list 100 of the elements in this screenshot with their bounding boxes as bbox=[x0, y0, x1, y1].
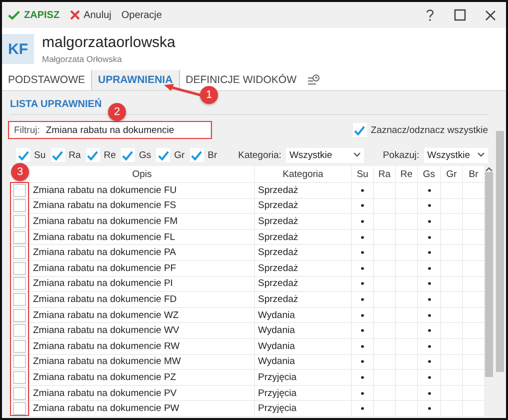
column-header[interactable]: Re bbox=[396, 166, 417, 182]
dot-icon bbox=[428, 236, 430, 239]
dot-icon bbox=[361, 360, 364, 364]
filter-field[interactable]: Filtruj: Zmiana rabatu na dokumencie bbox=[10, 122, 210, 138]
check-icon bbox=[156, 148, 170, 162]
table-row[interactable]: Zmiana rabatu na dokumencie FD Sprzedaż bbox=[10, 291, 485, 307]
column-header[interactable]: Br bbox=[463, 166, 484, 182]
show-label: Pokazuj: bbox=[382, 150, 420, 160]
select-all-checkbox[interactable]: Zaznacz/odznacz wszystkie bbox=[352, 123, 488, 137]
row-checkbox[interactable] bbox=[13, 246, 26, 260]
column-header[interactable]: Ra bbox=[374, 166, 395, 182]
row-checkbox[interactable] bbox=[13, 402, 26, 416]
table-row[interactable]: Zmiana rabatu na dokumencie PV Przyjęcia bbox=[10, 384, 485, 400]
check-icon bbox=[8, 9, 20, 21]
dot-icon bbox=[361, 204, 364, 208]
user-full-name: Małgorzata Orłowska bbox=[42, 54, 123, 64]
table-cell: Zmiana rabatu na dokumencie PW bbox=[30, 401, 255, 416]
row-checkbox[interactable] bbox=[13, 230, 26, 244]
table-row[interactable]: Zmiana rabatu na dokumencie PF Sprzedaż bbox=[10, 260, 485, 276]
dot-icon bbox=[361, 220, 364, 223]
dot-icon bbox=[428, 298, 430, 301]
column-checkbox[interactable]: Su bbox=[16, 148, 46, 162]
column-header[interactable]: Su bbox=[352, 166, 373, 182]
row-checkbox[interactable] bbox=[13, 214, 26, 228]
dot-icon bbox=[428, 282, 430, 286]
show-dropdown[interactable]: Wszystkie bbox=[424, 148, 488, 162]
dot-icon bbox=[428, 220, 430, 223]
row-checkbox[interactable] bbox=[13, 386, 26, 400]
table-cell: Przyjęcia bbox=[255, 401, 352, 416]
dot-icon bbox=[428, 204, 430, 208]
dot-icon bbox=[361, 236, 364, 239]
column-header[interactable]: Kategoria bbox=[255, 166, 351, 182]
save-button[interactable]: ZAPISZ bbox=[8, 9, 60, 21]
row-checkbox[interactable] bbox=[13, 355, 26, 368]
dot-icon bbox=[428, 329, 430, 332]
column-header[interactable]: Opis bbox=[30, 166, 254, 182]
table-row[interactable]: Zmiana rabatu na dokumencie FM Sprzedaż bbox=[10, 213, 485, 229]
row-checkbox[interactable] bbox=[13, 340, 26, 353]
table-row[interactable]: Zmiana rabatu na dokumencie PZ Przyjęcia bbox=[10, 369, 485, 385]
table-row[interactable]: Zmiana rabatu na dokumencie FS Sprzedaż bbox=[10, 198, 485, 214]
scrollbar[interactable] bbox=[496, 131, 504, 372]
column-header[interactable]: Gr bbox=[441, 166, 462, 182]
dot-icon bbox=[361, 329, 364, 332]
row-checkbox[interactable] bbox=[13, 324, 26, 338]
chevron-down-icon[interactable] bbox=[352, 152, 361, 158]
chevron-up-icon[interactable] bbox=[485, 166, 493, 172]
row-checkbox[interactable] bbox=[13, 184, 26, 197]
dot-icon bbox=[361, 314, 364, 317]
dot-icon bbox=[428, 266, 430, 270]
dot-icon bbox=[428, 314, 430, 317]
row-checkbox[interactable] bbox=[13, 292, 26, 306]
history-icon[interactable] bbox=[306, 74, 320, 86]
check-icon bbox=[353, 124, 366, 136]
table-row[interactable]: Zmiana rabatu na dokumencie MW Wydania bbox=[10, 354, 485, 370]
user-login: malgorzataorlowska bbox=[42, 34, 176, 51]
category-dropdown[interactable]: Wszystkie bbox=[286, 148, 364, 162]
operations-menu[interactable]: Operacje bbox=[121, 10, 162, 20]
check-icon bbox=[16, 148, 30, 162]
cancel-button[interactable]: Anuluj bbox=[70, 10, 112, 20]
row-checkbox[interactable] bbox=[13, 308, 26, 322]
column-checkbox[interactable]: Ra bbox=[50, 148, 81, 162]
table-row[interactable]: Zmiana rabatu na dokumencie WZ Wydania bbox=[10, 306, 485, 322]
close-icon bbox=[484, 10, 496, 20]
column-header[interactable]: Gs bbox=[418, 166, 440, 182]
dot-icon bbox=[361, 344, 364, 348]
table-row[interactable]: Zmiana rabatu na dokumencie RW Wydania bbox=[10, 338, 485, 354]
table-row[interactable]: Zmiana rabatu na dokumencie PI Sprzedaż bbox=[10, 276, 485, 292]
check-icon bbox=[86, 148, 100, 162]
table-row[interactable]: Zmiana rabatu na dokumencie WV Wydania bbox=[10, 322, 485, 338]
user-initials-avatar: KF bbox=[2, 34, 34, 64]
table-row[interactable]: Zmiana rabatu na dokumencie FU Sprzedaż bbox=[10, 182, 485, 198]
dot-icon bbox=[361, 266, 364, 270]
column-checkbox[interactable]: Re bbox=[86, 148, 116, 162]
row-checkbox[interactable] bbox=[13, 277, 26, 290]
dot-icon bbox=[428, 360, 430, 364]
dot-icon bbox=[428, 407, 430, 410]
dot-icon bbox=[428, 251, 430, 254]
table-row[interactable]: Zmiana rabatu na dokumencie FL Sprzedaż bbox=[10, 228, 485, 244]
tab[interactable]: UPRAWNIENIA bbox=[91, 70, 180, 90]
close-icon bbox=[70, 10, 80, 20]
check-icon bbox=[51, 148, 64, 162]
dot-icon bbox=[361, 188, 364, 192]
check-icon bbox=[121, 148, 134, 162]
dot-icon bbox=[361, 251, 364, 254]
row-checkbox[interactable] bbox=[13, 262, 26, 275]
table-row[interactable]: Zmiana rabatu na dokumencie PA Sprzedaż bbox=[10, 244, 485, 260]
annotation-marker: 3 bbox=[11, 163, 29, 181]
chevron-down-icon[interactable] bbox=[477, 152, 485, 158]
category-label: Kategoria: bbox=[238, 150, 282, 160]
dot-icon bbox=[428, 376, 430, 379]
dot-icon bbox=[428, 344, 430, 348]
table-row[interactable]: Zmiana rabatu na dokumencie PW Przyjęcia bbox=[10, 400, 485, 416]
help-icon bbox=[426, 9, 434, 21]
annotation-marker: 2 bbox=[108, 103, 126, 121]
dot-icon bbox=[361, 298, 364, 301]
row-checkbox[interactable] bbox=[13, 199, 26, 212]
column-checkbox[interactable]: Gs bbox=[120, 148, 152, 162]
check-icon bbox=[190, 148, 204, 162]
row-checkbox[interactable] bbox=[13, 370, 26, 384]
dot-icon bbox=[361, 392, 364, 395]
